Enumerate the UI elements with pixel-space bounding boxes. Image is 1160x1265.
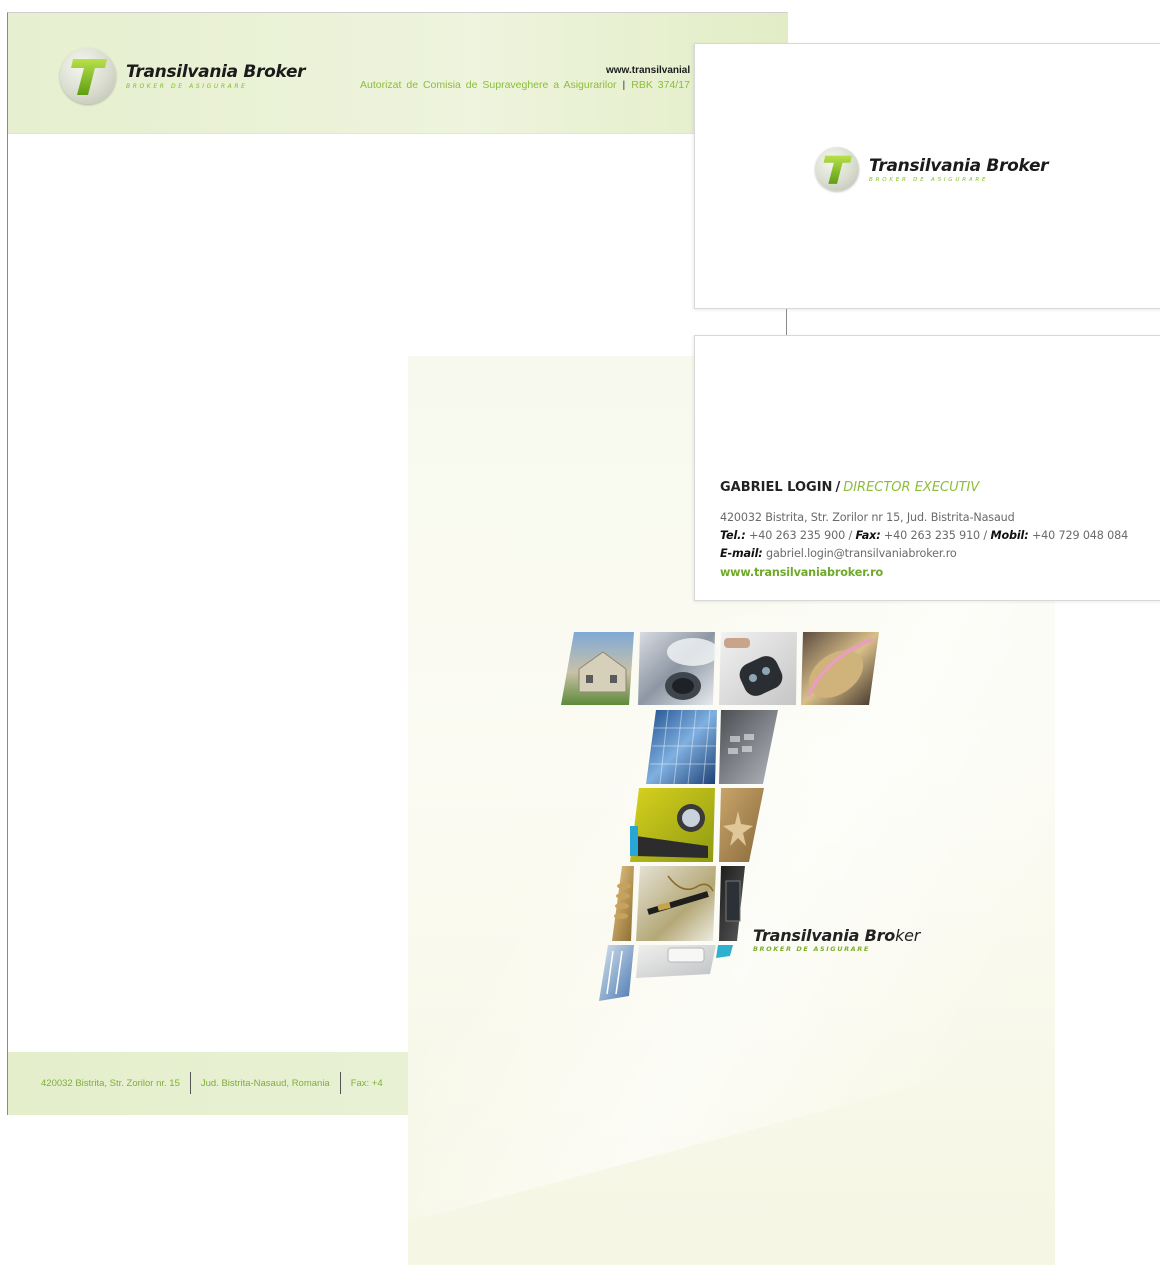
connector-line [786, 309, 787, 335]
letterhead-header: Transilvania Broker BROKER DE ASIGURARE … [8, 13, 788, 134]
card-logo: Transilvania Broker BROKER DE ASIGURARE [815, 147, 1049, 191]
t-letter-logo-icon [815, 147, 859, 191]
tel-value: +40 263 235 900 / [745, 529, 856, 542]
collage-tile-glass-building [646, 709, 717, 785]
name-separator: / [835, 480, 841, 495]
collage-tile-yellow-car [630, 788, 715, 862]
authorization-text: Autorizat de Comisia de Supraveghere a A… [360, 79, 617, 91]
footer-county: Jud. Bistrita-Nasaud, Romania [200, 1077, 330, 1089]
collage-tile-fountain-pen [636, 866, 716, 941]
footer-contact: 420032 Bistrita, Str. Zorilor nr. 15 Jud… [41, 1072, 383, 1094]
contact-phones: Tel.: +40 263 235 900 / Fax: +40 263 235… [720, 529, 1128, 542]
contact-role: DIRECTOR EXECUTIV [843, 480, 980, 495]
email-label: E-mail: [720, 547, 763, 560]
contact-name: GABRIEL LOGIN [720, 480, 833, 495]
contact-email: E-mail: gabriel.login@transilvaniabroker… [720, 547, 957, 560]
business-card-front: Transilvania Broker BROKER DE ASIGURARE [694, 43, 1160, 309]
footer-fax: Fax: +4 [350, 1077, 383, 1089]
card-brand-name: Transilvania Broker [869, 155, 1049, 176]
fax-label: Fax: [855, 529, 881, 542]
card-brand-tagline: BROKER DE ASIGURARE [869, 176, 989, 183]
collage-tile-car-key [719, 632, 797, 705]
collage-tile-shoe [801, 632, 879, 705]
collage-tile-car-exhaust [638, 632, 719, 705]
mobil-value: +40 729 048 084 [1028, 529, 1129, 542]
collage-tile-starfish [719, 788, 764, 862]
brand-tagline: BROKER DE ASIGURARE [126, 83, 248, 90]
folder-brand-tagline: BROKER DE ASIGURARE [753, 945, 870, 953]
letterhead-logo: Transilvania Broker BROKER DE ASIGURARE [60, 48, 306, 104]
letterhead-authorization: Autorizat de Comisia de Supraveghere a A… [360, 79, 690, 91]
email-value: gabriel.login@transilvaniabroker.ro [762, 547, 957, 560]
mobil-label: Mobil: [990, 529, 1029, 542]
collage-tile-blue-column [716, 945, 733, 958]
business-card-back: GABRIEL LOGIN / DIRECTOR EXECUTIV 420032 B… [694, 335, 1160, 601]
collage-tile-keyboard-key [636, 945, 716, 978]
folder-brand-name-bold: Transilvania Bro [753, 926, 896, 945]
letterhead-website: www.transilvanial [606, 65, 691, 76]
fax-value: +40 263 235 910 / [880, 529, 991, 542]
t-letter-logo-icon [60, 48, 116, 104]
collage-tile-keyboard [719, 710, 778, 784]
footer-divider [189, 1072, 191, 1094]
contact-name-line: GABRIEL LOGIN / DIRECTOR EXECUTIV [720, 480, 979, 495]
contact-website: www.transilvaniabroker.ro [720, 566, 883, 579]
footer-address: 420032 Bistrita, Str. Zorilor nr. 15 [41, 1077, 180, 1089]
rbk-number: RBK 374/17 [631, 79, 690, 91]
collage-tile-house [561, 632, 634, 705]
contact-address: 420032 Bistrita, Str. Zorilor nr 15, Jud… [720, 511, 1015, 524]
brand-name: Transilvania Broker [126, 62, 306, 82]
folder-brand-name: Transilvania Broker [753, 926, 920, 945]
footer-divider [339, 1072, 341, 1094]
collage-tile-coins [612, 866, 634, 941]
tel-label: Tel.: [720, 529, 746, 542]
collage-tile-monitor [719, 866, 745, 941]
collage-tile-calculator [599, 945, 634, 1001]
separator: | [622, 79, 626, 91]
folder-brand-name-light: ker [895, 926, 921, 945]
folder-logo: Transilvania Broker BROKER DE ASIGURARE [753, 926, 920, 953]
